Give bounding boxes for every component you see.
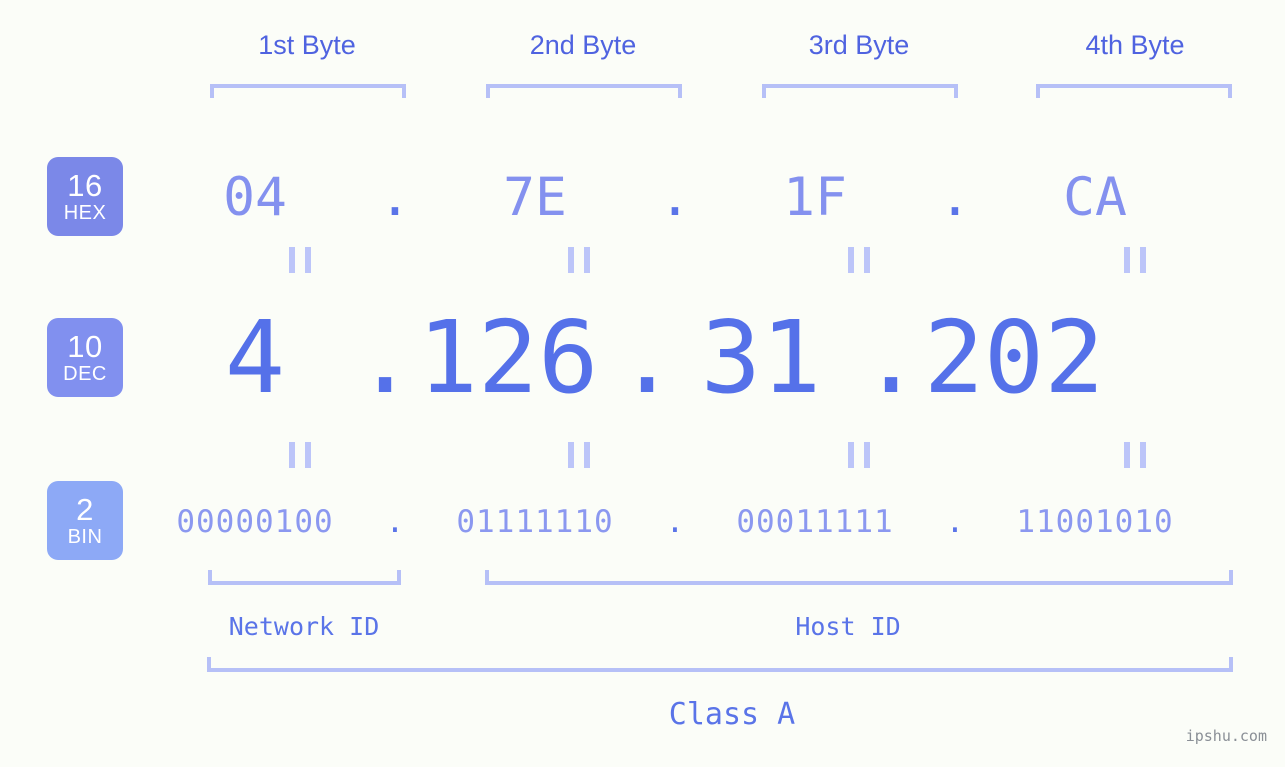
- dec-byte-1: 4: [224, 298, 286, 416]
- dec-byte-3: 31: [700, 298, 822, 416]
- bin-separator-3: .: [945, 504, 965, 540]
- equals-icon-dec-bin-2: [568, 442, 590, 468]
- bin-byte-2: 01111110: [456, 504, 614, 540]
- watermark: ipshu.com: [1185, 727, 1267, 745]
- class-bracket: [207, 657, 1233, 672]
- class-label: Class A: [668, 697, 796, 732]
- bin-byte-3: 00011111: [736, 504, 894, 540]
- network-id-bracket: [208, 570, 401, 585]
- host-id-label: Host ID: [795, 612, 901, 641]
- radix-badge-dec: 10 DEC: [47, 318, 123, 397]
- byte-header-4: 4th Byte: [1085, 30, 1185, 60]
- bin-byte-4: 11001010: [1016, 504, 1174, 540]
- radix-badge-bin-number: 2: [76, 492, 94, 527]
- dec-byte-4: 202: [923, 298, 1105, 416]
- radix-badge-dec-number: 10: [67, 329, 103, 364]
- ip-address-diagram: 1st Byte 2nd Byte 3rd Byte 4th Byte 16 H…: [0, 0, 1285, 767]
- equals-icon-hex-dec-2: [568, 247, 590, 273]
- radix-badge-dec-label: DEC: [63, 363, 107, 385]
- host-id-bracket: [485, 570, 1233, 585]
- equals-icon-hex-dec-4: [1124, 247, 1146, 273]
- bin-value-row: 00000100 . 01111110 . 00011111 . 1100101…: [155, 492, 1285, 552]
- hex-byte-3: 1F: [783, 166, 847, 228]
- equals-icon-hex-dec-1: [289, 247, 311, 273]
- radix-badge-bin: 2 BIN: [47, 481, 123, 560]
- hex-byte-4: CA: [1063, 166, 1127, 228]
- dec-separator-2: .: [617, 298, 678, 416]
- hex-separator-2: .: [659, 166, 691, 228]
- bin-separator-2: .: [665, 504, 685, 540]
- radix-badge-bin-label: BIN: [67, 526, 103, 548]
- byte-bracket-2: [486, 84, 682, 98]
- equals-icon-dec-bin-1: [289, 442, 311, 468]
- dec-separator-3: .: [861, 298, 922, 416]
- byte-header-1: 1st Byte: [258, 30, 356, 60]
- radix-badge-hex-number: 16: [67, 168, 103, 203]
- byte-bracket-1: [210, 84, 406, 98]
- bin-separator-1: .: [385, 504, 405, 540]
- byte-bracket-3: [762, 84, 958, 98]
- radix-badge-hex: 16 HEX: [47, 157, 123, 236]
- byte-bracket-4: [1036, 84, 1232, 98]
- equals-icon-hex-dec-3: [848, 247, 870, 273]
- byte-header-2: 2nd Byte: [529, 30, 637, 60]
- hex-byte-2: 7E: [503, 166, 567, 228]
- dec-value-row: 4 . 126 . 31 . 202: [155, 299, 1285, 416]
- network-id-label: Network ID: [228, 612, 380, 641]
- equals-icon-dec-bin-4: [1124, 442, 1146, 468]
- bin-byte-1: 00000100: [176, 504, 334, 540]
- dec-byte-2: 126: [417, 298, 599, 416]
- radix-badge-hex-label: HEX: [63, 202, 107, 224]
- hex-separator-3: .: [939, 166, 971, 228]
- hex-separator-1: .: [379, 166, 411, 228]
- dec-separator-1: .: [355, 298, 416, 416]
- hex-value-row: 04 . 7E . 1F . CA: [155, 152, 1285, 242]
- equals-icon-dec-bin-3: [848, 442, 870, 468]
- hex-byte-1: 04: [223, 166, 287, 228]
- byte-header-3: 3rd Byte: [808, 30, 910, 60]
